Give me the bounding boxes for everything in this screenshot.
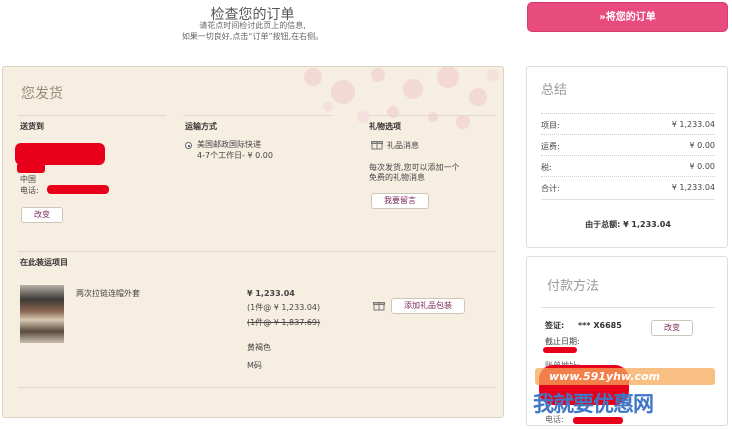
add-gift-wrap-button[interactable]: 添加礼品包装 xyxy=(391,298,465,314)
divider xyxy=(18,115,166,116)
product-color: 黄褐色 xyxy=(247,343,271,352)
shipping-option-radio[interactable] xyxy=(185,142,192,149)
summary-value: ¥ 0.00 xyxy=(689,141,715,150)
gift-message-label: 礼品消息 xyxy=(387,141,419,150)
shipment-title: 您发货 xyxy=(21,86,63,102)
divider xyxy=(183,115,333,116)
watermark-logo: 我就要优惠网 xyxy=(533,392,654,416)
summary-row-tax: 税: ¥ 0.00 xyxy=(541,155,715,175)
order-total: 由于总额: ¥ 1,233.04 xyxy=(585,220,671,229)
order-summary-panel: 总结 项目: ¥ 1,233.04 运费: ¥ 0.00 税: ¥ 0.00 合… xyxy=(526,66,728,248)
divider xyxy=(541,307,715,308)
summary-label: 税: xyxy=(541,163,552,172)
product-size: M码 xyxy=(247,361,262,370)
place-order-button[interactable]: »将您的订单 xyxy=(527,2,728,32)
ship-phone-label: 电话: xyxy=(20,186,39,195)
shipping-option-detail: 4-7个工作日- ¥ 0.00 xyxy=(197,151,273,160)
product-qty-price: (1件@ ¥ 1,233.04) xyxy=(247,303,321,312)
summary-title: 总结 xyxy=(541,83,568,98)
divider xyxy=(368,115,496,116)
summary-label: 合计: xyxy=(541,184,560,193)
page-instructions: 请花点时间检讨此页上的信息, 如果一切良好,点击“订单”按钮,在右侧。 xyxy=(150,20,355,42)
gift-desc-line-2: 免费的礼物消息 xyxy=(369,173,425,182)
card-number: *** X6685 xyxy=(578,321,622,330)
product-original-price: (1件@ ¥ 1,837.69) xyxy=(247,318,321,327)
add-note-button[interactable]: 我要留言 xyxy=(371,193,429,209)
product-name[interactable]: 两次拉链连帽外套 xyxy=(76,289,140,299)
summary-row-items: 项目: ¥ 1,233.04 xyxy=(541,113,715,133)
instructions-line-1: 请花点时间检讨此页上的信息, xyxy=(199,21,306,30)
gift-wrap-icon xyxy=(373,302,385,311)
shipping-method-heading: 运输方式 xyxy=(185,122,217,131)
payment-method-panel: 付款方法 签证: *** X6685 改变 截止日期: 账单地址: 电话: ww… xyxy=(526,256,728,426)
summary-label: 运费: xyxy=(541,142,560,151)
summary-row-shipping: 运费: ¥ 0.00 xyxy=(541,134,715,154)
redacted-city xyxy=(17,163,45,173)
gift-icon xyxy=(371,141,383,150)
divider xyxy=(18,251,496,252)
payment-title: 付款方法 xyxy=(547,279,600,294)
redacted-expiry xyxy=(543,347,577,353)
redacted-phone xyxy=(47,185,109,194)
shipping-option-name: 美国邮政国际快递 xyxy=(197,140,261,149)
gift-options-heading: 礼物选项 xyxy=(369,122,401,131)
card-label: 签证: xyxy=(545,321,565,330)
redacted-payment-phone xyxy=(573,417,623,424)
divider xyxy=(541,199,715,200)
summary-value: ¥ 1,233.04 xyxy=(671,183,715,192)
redacted-address xyxy=(15,143,105,165)
items-heading: 在此装运项目 xyxy=(20,258,68,267)
gift-desc-line-1: 每次发货,您可以添加一个 xyxy=(369,163,460,172)
divider xyxy=(18,387,496,388)
change-payment-button[interactable]: 改变 xyxy=(651,320,693,336)
change-address-button[interactable]: 改变 xyxy=(21,207,63,223)
instructions-line-2: 如果一切良好,点击“订单”按钮,在右侧。 xyxy=(181,32,324,41)
ship-to-heading: 送货到 xyxy=(20,122,44,131)
summary-value: ¥ 1,233.04 xyxy=(671,120,715,129)
summary-value: ¥ 0.00 xyxy=(689,162,715,171)
ship-country: 中国 xyxy=(20,175,36,184)
summary-row-total: 合计: ¥ 1,233.04 xyxy=(541,176,715,196)
expiry-label: 截止日期: xyxy=(545,337,580,346)
product-thumbnail[interactable] xyxy=(20,285,64,343)
summary-label: 项目: xyxy=(541,121,560,130)
watermark-url: www.591yhw.com xyxy=(535,368,715,385)
shipment-panel: 您发货 送货到 中国 电话: 改变 运输方式 美国邮政国际快递 4-7个工作日-… xyxy=(2,66,504,418)
product-price: ¥ 1,233.04 xyxy=(247,289,295,298)
